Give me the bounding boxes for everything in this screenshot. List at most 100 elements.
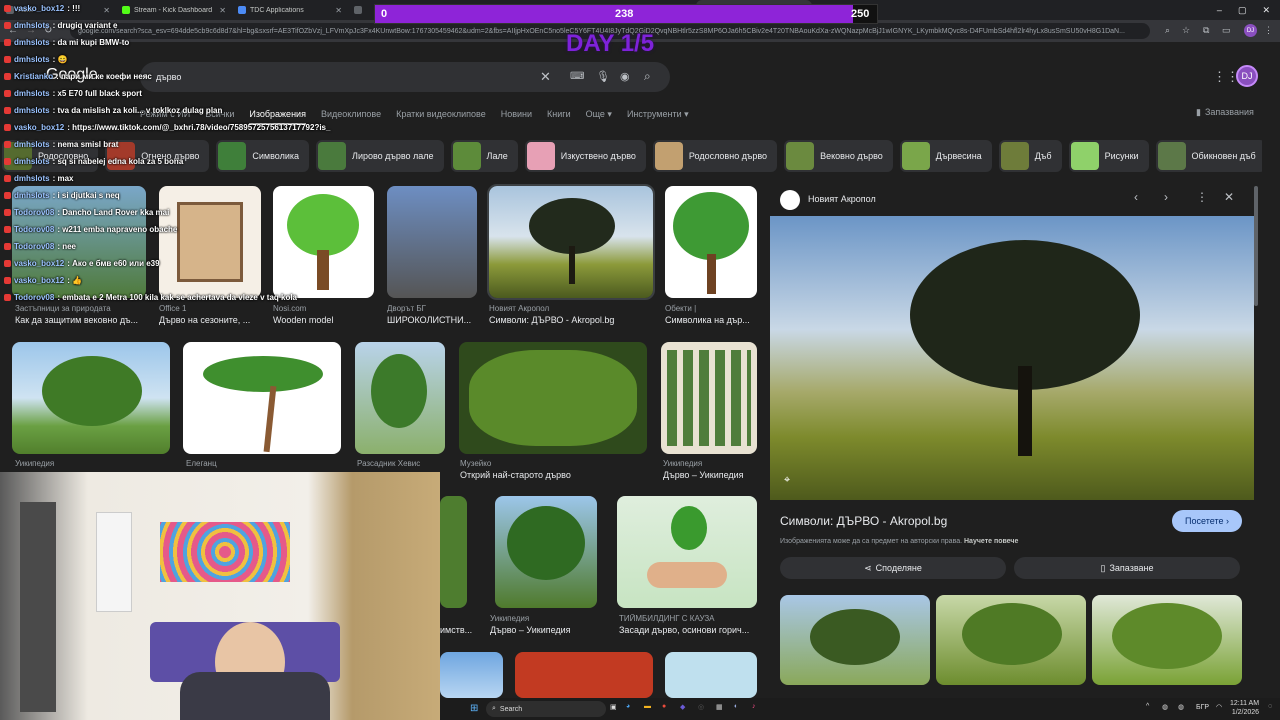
related-chip[interactable]: Вековно дърво xyxy=(784,140,893,172)
bookmark-star-icon[interactable]: ☆ xyxy=(1182,25,1190,36)
result-caption[interactable]: Символика на дър... xyxy=(665,315,757,325)
result-caption[interactable]: Символи: ДЪРВО - Akropol.bg xyxy=(489,315,649,325)
tiktok-icon[interactable]: ♪ xyxy=(752,703,756,710)
next-image-icon[interactable]: › xyxy=(1164,190,1168,204)
chip-thumbnail xyxy=(901,142,930,170)
result-caption[interactable]: Wooden model xyxy=(273,315,374,325)
chrome-icon[interactable]: ● xyxy=(662,703,666,710)
tray-icon[interactable]: ◍ xyxy=(1178,703,1184,711)
language-indicator[interactable]: БГР xyxy=(1196,704,1209,711)
app-icon[interactable]: ▦ xyxy=(716,703,723,711)
save-button[interactable]: ▯ Запазване xyxy=(1014,557,1240,579)
close-panel-icon[interactable]: ✕ xyxy=(1224,190,1234,204)
related-image[interactable] xyxy=(1092,595,1242,685)
taskbar-clock[interactable]: 12:11 AM 1/2/2026 xyxy=(1230,699,1259,717)
panel-scrollbar[interactable] xyxy=(1254,186,1258,306)
result-caption[interactable]: имств... xyxy=(440,625,480,635)
voice-search-icon[interactable]: 🎙 xyxy=(596,70,610,83)
result-caption[interactable]: Открий най-старото дърво xyxy=(460,470,650,480)
extensions-icon[interactable]: ⧉ xyxy=(1203,25,1209,36)
result-image[interactable] xyxy=(355,342,445,454)
maximize-icon[interactable]: ▢ xyxy=(1238,5,1247,16)
result-source[interactable]: Обекти | xyxy=(665,304,757,313)
result-source[interactable]: Уикипедия xyxy=(15,459,171,468)
result-source[interactable]: Уикипедия xyxy=(663,459,759,468)
search-icon[interactable]: ⌕ xyxy=(644,69,651,84)
clear-search-icon[interactable]: ✕ xyxy=(540,69,551,85)
result-source[interactable]: Разсадник Хевис xyxy=(357,459,457,468)
tab-8[interactable]: Инструменти ▾ xyxy=(627,109,689,125)
prev-image-icon[interactable]: ‹ xyxy=(1134,190,1138,204)
result-image-selected[interactable] xyxy=(487,184,655,300)
edge-icon[interactable]: ◕ xyxy=(626,703,630,710)
result-image[interactable] xyxy=(617,496,757,608)
result-source[interactable]: ТИЙМБИЛДИНГ С КАУЗА xyxy=(619,614,759,623)
result-image[interactable] xyxy=(440,496,467,608)
browser-profile-avatar[interactable]: DJ xyxy=(1244,24,1257,37)
more-options-icon[interactable]: ⋮ xyxy=(1196,190,1208,204)
task-view-icon[interactable]: ▣ xyxy=(610,703,617,711)
related-image[interactable] xyxy=(936,595,1086,685)
result-source[interactable]: Дворът БГ xyxy=(387,304,477,313)
notification-icon[interactable]: ◌ xyxy=(1268,703,1272,710)
sidebar-icon[interactable]: ▭ xyxy=(1222,25,1231,36)
result-image[interactable] xyxy=(459,342,647,454)
panel-title[interactable]: Символи: ДЪРВО - Akropol.bg xyxy=(780,514,947,528)
result-image[interactable] xyxy=(12,342,170,454)
lens-search-icon[interactable]: ⌖ xyxy=(784,474,790,487)
zoom-icon[interactable]: ⌕ xyxy=(1165,25,1170,36)
related-image[interactable] xyxy=(780,595,930,685)
saved-link[interactable]: ▮ Запазвания xyxy=(1196,107,1254,118)
tab-7[interactable]: Още ▾ xyxy=(586,109,612,125)
keyboard-icon[interactable]: ⌨ xyxy=(570,71,584,82)
share-button[interactable]: ⋖ Споделяне xyxy=(780,557,1006,579)
related-chip[interactable]: Дървесина xyxy=(899,140,992,172)
browser-menu-icon[interactable]: ⋮ xyxy=(1264,25,1273,36)
result-image[interactable] xyxy=(515,652,653,698)
discord-icon[interactable]: ◆ xyxy=(680,703,685,711)
tab-5[interactable]: Новини xyxy=(501,109,532,125)
file-explorer-icon[interactable]: ▬ xyxy=(644,703,651,710)
result-image[interactable] xyxy=(387,186,477,298)
result-image[interactable] xyxy=(495,496,597,608)
tray-icon[interactable]: ◍ xyxy=(1162,703,1168,711)
obs-icon[interactable]: ◎ xyxy=(698,703,704,711)
result-image[interactable] xyxy=(440,652,503,698)
tray-arrow-icon[interactable]: ^ xyxy=(1146,703,1149,710)
taskbar-search[interactable]: ⌕ Search xyxy=(486,701,606,717)
related-chip[interactable]: Обикновен дъб xyxy=(1155,140,1262,172)
result-caption[interactable]: Дърво – Уикипедия xyxy=(490,625,610,635)
minimize-icon[interactable]: – xyxy=(1217,5,1222,16)
panel-source[interactable]: Новият Акропол xyxy=(808,194,876,204)
result-image[interactable] xyxy=(183,342,341,454)
tab-4[interactable]: Кратки видеоклипове xyxy=(396,109,486,125)
wifi-icon[interactable]: ◠ xyxy=(1216,703,1222,711)
close-window-icon[interactable]: ✕ xyxy=(1262,5,1270,16)
tab-6[interactable]: Книги xyxy=(547,109,571,125)
visit-button[interactable]: Посетете › xyxy=(1172,510,1242,532)
result-caption[interactable]: Как да защитим вековно дъ... xyxy=(15,315,161,325)
learn-more-link[interactable]: Научете повече xyxy=(964,538,1018,545)
result-image[interactable] xyxy=(661,342,757,454)
result-source[interactable]: Новият Акропол xyxy=(489,304,649,313)
result-caption[interactable]: ШИРОКОЛИСТНИ... xyxy=(387,315,477,325)
steam-icon[interactable]: ◐ xyxy=(734,703,738,710)
google-account-avatar[interactable]: DJ xyxy=(1236,65,1258,87)
preview-image[interactable]: ⌖ xyxy=(770,216,1254,500)
result-image[interactable] xyxy=(665,186,757,298)
related-chip[interactable]: Дъб xyxy=(998,140,1062,172)
result-caption[interactable]: Дърво на сезоните, ... xyxy=(159,315,261,325)
related-chip[interactable]: Изкуствено дърво xyxy=(524,140,646,172)
result-caption[interactable]: Дърво – Уикипедия xyxy=(663,470,759,480)
result-image[interactable] xyxy=(665,652,757,698)
chat-badge-icon xyxy=(4,192,11,199)
related-chip[interactable]: Родословно дърво xyxy=(652,140,778,172)
result-caption[interactable]: Засади дърво, осинови горич... xyxy=(619,625,759,635)
result-source[interactable]: Уикипедия xyxy=(490,614,610,623)
related-chip[interactable]: Лале xyxy=(450,140,518,172)
lens-icon[interactable]: ◉ xyxy=(620,70,630,83)
result-source[interactable]: Елеганц xyxy=(186,459,342,468)
windows-start-icon[interactable]: ⊞ xyxy=(470,703,478,714)
related-chip[interactable]: Рисунки xyxy=(1068,140,1149,172)
result-source[interactable]: Музейко xyxy=(460,459,650,468)
